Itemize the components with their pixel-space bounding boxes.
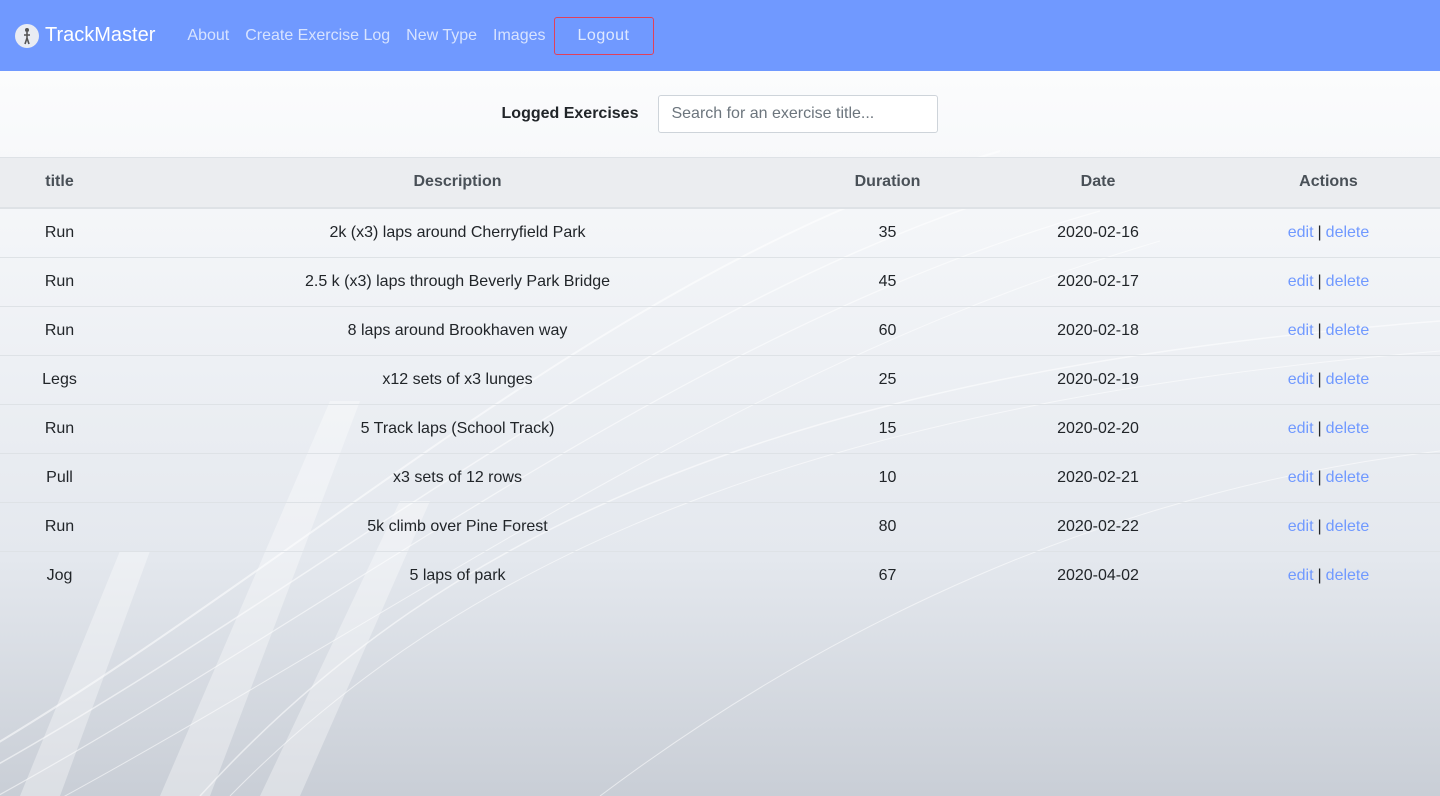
cell-title: Run bbox=[0, 257, 119, 307]
cell-actions: edit | delete bbox=[1217, 306, 1440, 356]
nav-link-new-type[interactable]: New Type bbox=[406, 27, 477, 45]
table-row: Jog 5 laps of park 67 2020-04-02 edit | de… bbox=[0, 551, 1440, 600]
delete-link[interactable]: delete bbox=[1326, 420, 1370, 437]
delete-link[interactable]: delete bbox=[1326, 567, 1370, 584]
cell-description: 5 laps of park bbox=[409, 566, 506, 584]
cell-actions: edit | delete bbox=[1217, 404, 1440, 454]
nav-link-about[interactable]: About bbox=[187, 27, 229, 45]
cell-date: 2020-02-21 bbox=[979, 453, 1217, 503]
table-row: Run 5 Track laps (School Track) 15 2020-… bbox=[0, 404, 1440, 454]
cell-date: 2020-02-22 bbox=[979, 502, 1217, 552]
search-input[interactable] bbox=[658, 95, 939, 133]
search-label: Logged Exercises bbox=[501, 105, 639, 122]
cell-duration: 45 bbox=[796, 257, 979, 307]
table-row: Pull x3 sets of 12 rows 10 2020-02-21 ed… bbox=[0, 453, 1440, 503]
cell-duration: 67 bbox=[878, 566, 897, 584]
header-actions: Actions bbox=[1217, 157, 1440, 209]
delete-link[interactable]: delete bbox=[1326, 469, 1370, 486]
action-separator: | bbox=[1317, 370, 1322, 388]
cell-description: 2k (x3) laps around Cherryfield Park bbox=[119, 207, 796, 258]
action-separator: | bbox=[1317, 517, 1322, 535]
action-separator: | bbox=[1317, 223, 1322, 241]
cell-title: Run bbox=[0, 502, 119, 552]
cell-actions: edit | delete bbox=[1217, 207, 1440, 258]
cell-description: 5k climb over Pine Forest bbox=[119, 502, 796, 552]
header-description: Description bbox=[119, 157, 796, 209]
table-row: Legs x12 sets of x3 lunges 25 2020-02-19… bbox=[0, 355, 1440, 405]
cell-duration: 15 bbox=[796, 404, 979, 454]
table-row: Run 5k climb over Pine Forest 80 2020-02… bbox=[0, 502, 1440, 552]
cell-title: Run bbox=[0, 207, 119, 258]
cell-date: 2020-02-20 bbox=[979, 404, 1217, 454]
exercise-table: title Description Duration Date Actions … bbox=[0, 157, 1440, 600]
edit-link[interactable]: edit bbox=[1288, 322, 1314, 339]
cell-description: x3 sets of 12 rows bbox=[119, 453, 796, 503]
cell-description: 2.5 k (x3) laps through Beverly Park Bri… bbox=[119, 257, 796, 307]
cell-title: Run bbox=[0, 404, 119, 454]
cell-title: Run bbox=[0, 306, 119, 356]
cell-duration: 80 bbox=[796, 502, 979, 552]
edit-link[interactable]: edit bbox=[1288, 273, 1314, 290]
action-separator: | bbox=[1317, 272, 1322, 290]
logout-button[interactable]: Logout bbox=[553, 16, 654, 55]
edit-link[interactable]: edit bbox=[1288, 469, 1314, 486]
brand-name: TrackMaster bbox=[45, 24, 156, 46]
table-header: title Description Duration Date Actions bbox=[0, 157, 1440, 209]
header-date: Date bbox=[979, 157, 1217, 209]
cell-description: 8 laps around Brookhaven way bbox=[119, 306, 796, 356]
cell-actions: edit | delete bbox=[1217, 453, 1440, 503]
edit-link[interactable]: edit bbox=[1288, 518, 1314, 535]
cell-date: 2020-02-16 bbox=[979, 207, 1217, 258]
action-separator: | bbox=[1317, 419, 1322, 437]
cell-duration: 60 bbox=[796, 306, 979, 356]
top-navbar: TrackMaster About Create Exercise Log Ne… bbox=[0, 0, 1440, 71]
delete-link[interactable]: delete bbox=[1326, 322, 1370, 339]
edit-link[interactable]: edit bbox=[1288, 224, 1314, 241]
action-separator: | bbox=[1317, 468, 1322, 486]
delete-link[interactable]: delete bbox=[1326, 273, 1370, 290]
table-body: Run 2k (x3) laps around Cherryfield Park… bbox=[0, 207, 1440, 600]
nav-link-create-exercise-log[interactable]: Create Exercise Log bbox=[245, 27, 390, 45]
runner-icon bbox=[15, 23, 39, 48]
action-separator: | bbox=[1317, 321, 1322, 339]
delete-link[interactable]: delete bbox=[1326, 224, 1370, 241]
action-separator: | bbox=[1317, 566, 1322, 584]
cell-actions: edit | delete bbox=[1217, 551, 1440, 600]
cell-actions: edit | delete bbox=[1217, 257, 1440, 307]
cell-date: 2020-02-19 bbox=[979, 355, 1217, 405]
brand-link[interactable]: TrackMaster bbox=[15, 23, 156, 48]
header-title: title bbox=[0, 157, 119, 209]
table-row: Run 2.5 k (x3) laps through Beverly Park… bbox=[0, 257, 1440, 307]
table-row: Run 2k (x3) laps around Cherryfield Park… bbox=[0, 207, 1440, 258]
cell-date: 2020-04-02 bbox=[1057, 566, 1139, 584]
cell-date: 2020-02-18 bbox=[979, 306, 1217, 356]
cell-title: Jog bbox=[46, 566, 73, 584]
edit-link[interactable]: edit bbox=[1288, 420, 1314, 437]
edit-link[interactable]: edit bbox=[1288, 371, 1314, 388]
cell-actions: edit | delete bbox=[1217, 502, 1440, 552]
cell-duration: 35 bbox=[796, 207, 979, 258]
cell-duration: 10 bbox=[796, 453, 979, 503]
table-row: Run 8 laps around Brookhaven way 60 2020… bbox=[0, 306, 1440, 356]
cell-actions: edit | delete bbox=[1217, 355, 1440, 405]
cell-date: 2020-02-17 bbox=[979, 257, 1217, 307]
edit-link[interactable]: edit bbox=[1288, 567, 1314, 584]
cell-description: 5 Track laps (School Track) bbox=[119, 404, 796, 454]
cell-duration: 25 bbox=[796, 355, 979, 405]
delete-link[interactable]: delete bbox=[1326, 518, 1370, 535]
nav-link-images[interactable]: Images bbox=[493, 27, 545, 45]
header-duration: Duration bbox=[796, 157, 979, 209]
cell-title: Pull bbox=[0, 453, 119, 503]
cell-title: Legs bbox=[0, 355, 119, 405]
cell-description: x12 sets of x3 lunges bbox=[119, 355, 796, 405]
delete-link[interactable]: delete bbox=[1326, 371, 1370, 388]
search-bar: Logged Exercises bbox=[0, 71, 1440, 157]
